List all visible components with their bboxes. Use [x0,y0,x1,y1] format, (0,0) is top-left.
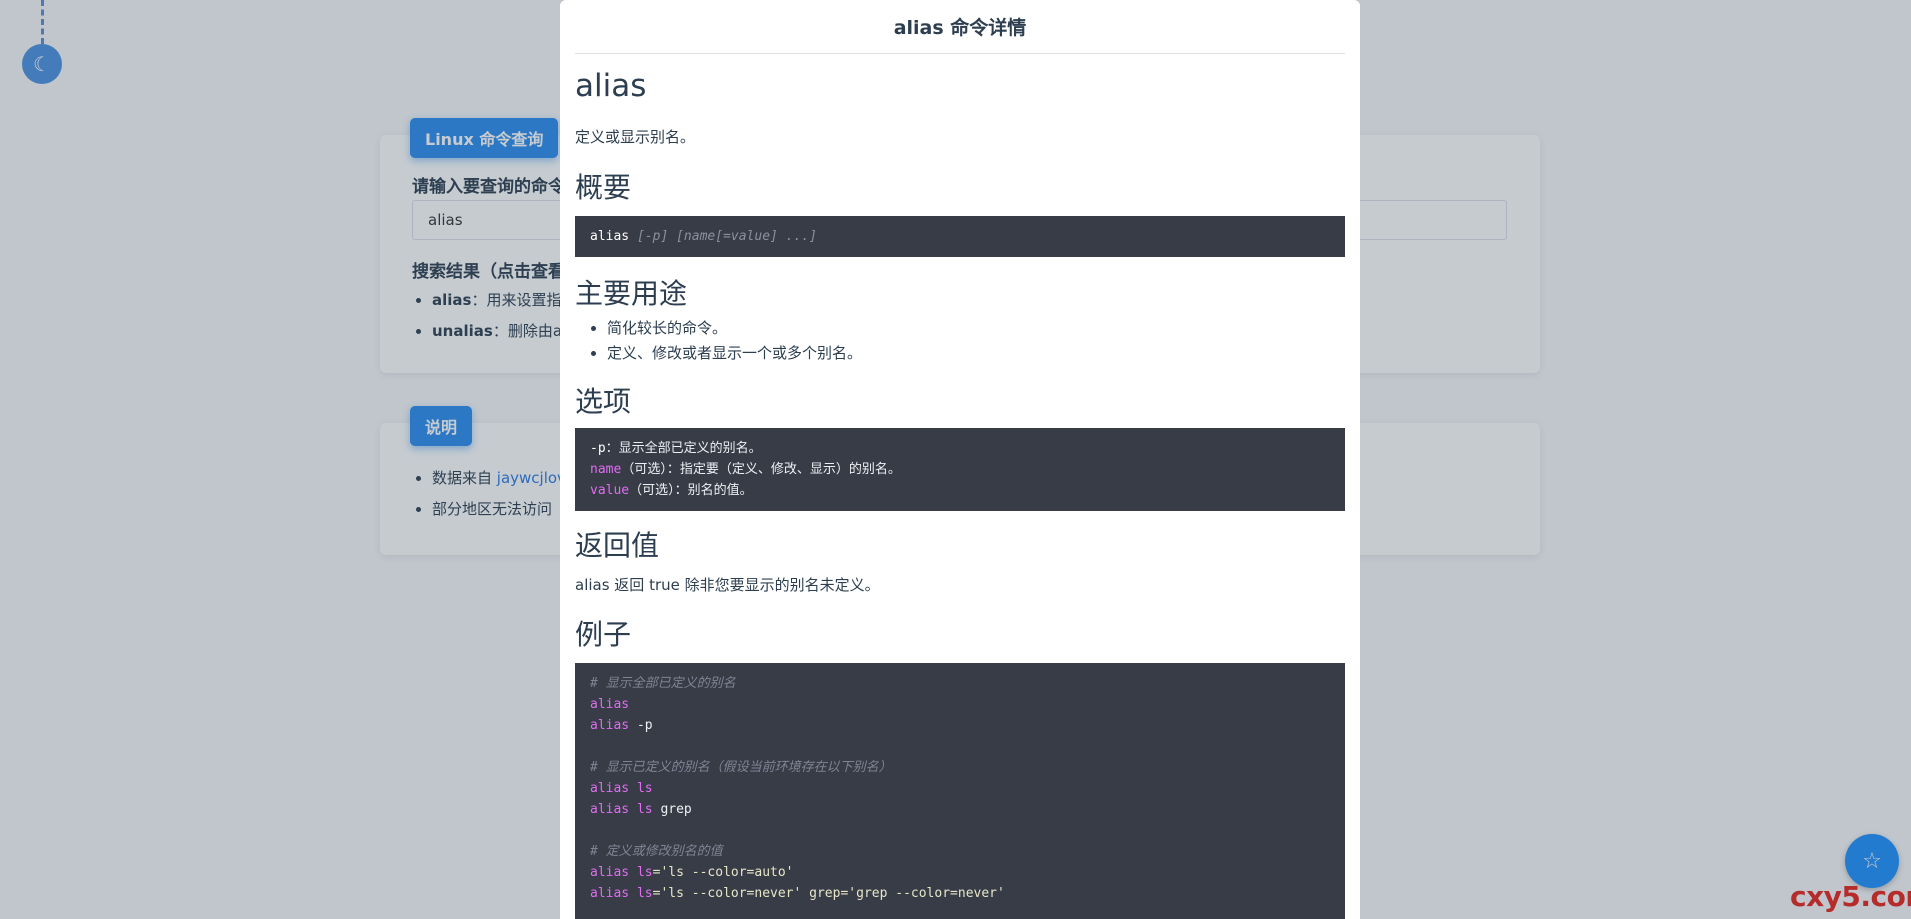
code-arg: grep [652,802,692,817]
examples-code: # 显示全部已定义的别名 alias alias -p # 显示已定义的别名（假… [575,663,1345,919]
synopsis-code: alias [-p] [name[=value] ...] [575,216,1345,257]
purpose-list: 简化较长的命令。 定义、修改或者显示一个或多个别名。 [575,316,862,366]
option-line: name（可选）：指定要（定义、修改、显示）的别名。 [590,459,1330,480]
options-heading: 选项 [575,385,632,418]
code-keyword: alias [590,781,630,796]
code-arg: -p [629,718,653,733]
code-blank [590,736,1330,757]
examples-heading: 例子 [575,618,632,651]
purpose-item: 简化较长的命令。 [607,316,862,341]
code-keyword: ls [629,802,653,817]
option-flag: value [590,483,630,498]
purpose-item: 定义、修改或者显示一个或多个别名。 [607,341,862,366]
synopsis-heading: 概要 [575,171,632,204]
code-comment: # 显示全部已定义的别名 [590,676,736,691]
synopsis-args: [-p] [name[=value] ...] [629,229,817,244]
option-line: -p：显示全部已定义的别名。 [590,438,1330,459]
code-string: ='ls --color=auto' [652,865,794,880]
modal-body[interactable]: alias 定义或显示别名。 概要 alias [-p] [name[=valu… [575,54,1345,919]
code-keyword: alias [590,865,630,880]
option-desc: ：显示全部已定义的别名。 [605,441,762,456]
code-keyword: ls [629,886,653,901]
modal-title: alias 命令详情 [575,0,1345,54]
code-keyword: alias [590,886,630,901]
code-keyword: alias [590,802,630,817]
return-text: alias 返回 true 除非您要显示的别名未定义。 [575,576,880,594]
code-keyword: ls [629,781,653,796]
option-desc: （可选）：指定要（定义、修改、显示）的别名。 [621,462,901,477]
options-code: -p：显示全部已定义的别名。 name（可选）：指定要（定义、修改、显示）的别名… [575,428,1345,511]
purpose-heading: 主要用途 [575,277,688,310]
option-flag: name [590,462,622,477]
return-heading: 返回值 [575,529,660,562]
code-keyword: alias [590,718,630,733]
code-comment: # 定义或修改别名的值 [590,844,723,859]
code-blank [590,820,1330,841]
code-keyword: ls [629,865,653,880]
synopsis-cmd: alias [590,229,630,244]
command-title: alias [575,68,647,104]
option-desc: （可选）：别名的值。 [629,483,753,498]
option-flag: -p [590,441,606,456]
code-string: ='ls --color=never' grep='grep --color=n… [652,886,1005,901]
command-detail-modal: alias 命令详情 alias 定义或显示别名。 概要 alias [-p] … [560,0,1360,919]
code-comment: # 显示已定义的别名（假设当前环境存在以下别名） [590,760,892,775]
command-description: 定义或显示别名。 [575,128,696,146]
code-keyword: alias [590,697,630,712]
option-line: value（可选）：别名的值。 [590,480,1330,501]
